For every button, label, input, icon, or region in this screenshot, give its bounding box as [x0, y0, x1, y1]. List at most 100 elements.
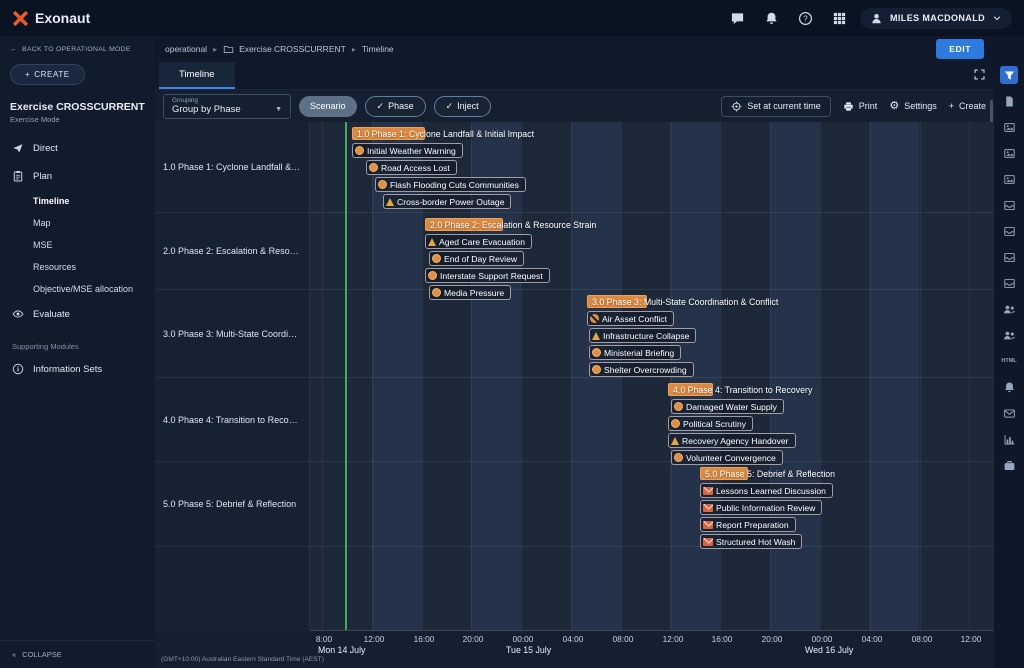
- exercise-mode-label: Exercise Mode: [0, 115, 155, 134]
- settings-button[interactable]: ⚙ Settings: [889, 101, 936, 112]
- inject-line: End of Day Review: [310, 251, 994, 268]
- inject-item[interactable]: End of Day Review: [429, 251, 524, 266]
- phase-row-label: 4.0 Phase 4: Transition to Recovery: [155, 378, 309, 462]
- phase-row: 5.0 Phase 5: Debrief & ReflectionLessons…: [310, 462, 994, 547]
- groups-1-icon[interactable]: [1000, 300, 1018, 318]
- inject-item[interactable]: Aged Care Evacuation: [425, 234, 532, 249]
- resources-icon[interactable]: [1000, 456, 1018, 474]
- timeline-plot: 1.0 Phase 1: Cyclone Landfall & Initial …: [310, 122, 994, 630]
- sidebar-item-timeline[interactable]: Timeline: [0, 190, 155, 212]
- axis-tick-label: 00:00: [812, 634, 833, 644]
- plus-icon: +: [25, 70, 30, 79]
- sidebar-item-evaluate[interactable]: Evaluate: [0, 300, 155, 328]
- print-button[interactable]: Print: [843, 101, 878, 112]
- grouping-select[interactable]: Grouping Group by Phase ▼: [163, 94, 291, 119]
- check-icon: ✓: [377, 101, 385, 112]
- plan-submenu: Timeline Map MSE Resources Objective/MSE…: [0, 190, 155, 300]
- inject-filter-chip[interactable]: ✓ Inject: [434, 96, 491, 117]
- notifications-bell-icon[interactable]: [758, 6, 784, 30]
- inject-label: Report Preparation: [716, 520, 789, 530]
- inject-item[interactable]: Ministerial Briefing: [589, 345, 681, 360]
- empty-row-label: [155, 547, 309, 630]
- inject-item[interactable]: Initial Weather Warning: [352, 143, 463, 158]
- collapse-sidebar-button[interactable]: « COLLAPSE: [0, 640, 155, 668]
- axis-tick-label: 04:00: [563, 634, 584, 644]
- sidebar-item-plan[interactable]: Plan: [0, 162, 155, 190]
- conflict-icon: [590, 314, 599, 323]
- archive-1-icon[interactable]: [1000, 196, 1018, 214]
- analytics-icon[interactable]: [1000, 430, 1018, 448]
- inject-item[interactable]: Cross-border Power Outage: [383, 194, 511, 209]
- archive-2-icon[interactable]: [1000, 222, 1018, 240]
- help-icon[interactable]: ?: [792, 6, 818, 30]
- inject-label: Infrastructure Collapse: [603, 331, 689, 341]
- breadcrumb-separator-icon: ▸: [352, 45, 356, 54]
- inject-label: Ministerial Briefing: [604, 348, 674, 358]
- phase-row: 4.0 Phase 4: Transition to RecoveryDamag…: [310, 378, 994, 462]
- sidebar-item-information-sets[interactable]: Information Sets: [0, 355, 155, 383]
- mail-icon[interactable]: [1000, 404, 1018, 422]
- inject-item[interactable]: Air Asset Conflict: [587, 311, 674, 326]
- inject-line: Shelter Overcrowding: [310, 362, 994, 379]
- chat-icon[interactable]: [724, 6, 750, 30]
- inject-item[interactable]: Recovery Agency Handover: [668, 433, 796, 448]
- back-to-operational-mode-link[interactable]: ← BACK TO OPERATIONAL MODE: [0, 36, 155, 57]
- media-panel-1-icon[interactable]: [1000, 118, 1018, 136]
- envelope-icon: [703, 538, 713, 546]
- axis-tick-label: 04:00: [862, 634, 883, 644]
- create-inject-button[interactable]: + Create: [949, 101, 986, 111]
- apps-grid-icon[interactable]: [826, 6, 852, 30]
- phase-row: 3.0 Phase 3: Multi-State Coordination & …: [310, 290, 994, 378]
- sidebar-item-map[interactable]: Map: [0, 212, 155, 234]
- current-time-line[interactable]: [345, 122, 347, 630]
- inject-line: Infrastructure Collapse: [310, 328, 994, 345]
- breadcrumb-timeline[interactable]: Timeline: [362, 44, 394, 54]
- inject-item[interactable]: Road Access Lost: [366, 160, 457, 175]
- axis-scale: 8:0012:0016:0020:0000:0004:0008:0012:001…: [310, 630, 994, 668]
- envelope-icon: [703, 521, 713, 529]
- inject-item[interactable]: Lessons Learned Discussion: [700, 483, 833, 498]
- sidebar-item-direct[interactable]: Direct: [0, 134, 155, 162]
- axis-tick-label: 12:00: [663, 634, 684, 644]
- edit-button[interactable]: EDIT: [936, 39, 984, 59]
- create-button[interactable]: + CREATE: [10, 64, 85, 85]
- clipboard-icon: [12, 170, 24, 182]
- groups-2-icon[interactable]: [1000, 326, 1018, 344]
- inject-line: Cross-border Power Outage: [310, 194, 994, 211]
- inject-item[interactable]: Report Preparation: [700, 517, 796, 532]
- set-at-current-time-button[interactable]: Set at current time: [721, 96, 831, 117]
- phase-filter-chip[interactable]: ✓ Phase: [365, 96, 426, 117]
- inject-item[interactable]: Public Information Review: [700, 500, 822, 515]
- tab-timeline[interactable]: Timeline: [159, 62, 235, 89]
- inject-line: Report Preparation: [310, 517, 994, 534]
- supporting-modules-label: Supporting Modules: [0, 328, 155, 355]
- phase-row-label-text: 5.0 Phase 5: Debrief & Reflection: [163, 499, 301, 509]
- sidebar-item-mse[interactable]: MSE: [0, 234, 155, 256]
- fullscreen-icon[interactable]: [973, 68, 986, 86]
- user-menu[interactable]: MILES MACDONALD: [860, 8, 1012, 29]
- filter-icon[interactable]: [1000, 66, 1018, 84]
- html-icon[interactable]: HTML: [1000, 352, 1018, 370]
- notifications-icon[interactable]: [1000, 378, 1018, 396]
- inject-line: Air Asset Conflict: [310, 311, 994, 328]
- inject-item[interactable]: Infrastructure Collapse: [589, 328, 696, 343]
- document-icon[interactable]: [1000, 92, 1018, 110]
- inject-item[interactable]: Flash Flooding Cuts Communities: [375, 177, 526, 192]
- phase-row: 2.0 Phase 2: Escalation & Resource Strai…: [310, 213, 994, 290]
- inject-label: Shelter Overcrowding: [604, 365, 687, 375]
- inject-item[interactable]: Shelter Overcrowding: [589, 362, 694, 377]
- inject-item[interactable]: Interstate Support Request: [425, 268, 550, 283]
- sidebar-item-objective-mse-allocation[interactable]: Objective/MSE allocation: [0, 278, 155, 300]
- breadcrumb-exercise[interactable]: Exercise CROSSCURRENT: [223, 44, 346, 55]
- archive-4-icon[interactable]: [1000, 274, 1018, 292]
- axis-date-label: Wed 16 July: [805, 645, 853, 655]
- sidebar-item-resources[interactable]: Resources: [0, 256, 155, 278]
- scenario-filter-chip[interactable]: Scenario: [299, 96, 357, 117]
- inject-item[interactable]: Political Scrutiny: [668, 416, 753, 431]
- breadcrumb-operational[interactable]: operational: [165, 44, 207, 54]
- media-panel-3-icon[interactable]: [1000, 170, 1018, 188]
- inject-label: Interstate Support Request: [440, 271, 543, 281]
- inject-item[interactable]: Damaged Water Supply: [671, 399, 784, 414]
- media-panel-2-icon[interactable]: [1000, 144, 1018, 162]
- archive-3-icon[interactable]: [1000, 248, 1018, 266]
